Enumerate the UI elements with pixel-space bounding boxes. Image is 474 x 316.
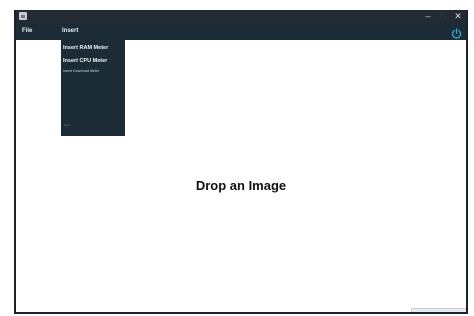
insert-download-meter-item[interactable]: Insert Download Meter	[63, 69, 99, 73]
insert-ram-meter-item[interactable]: Insert RAM Meter	[63, 45, 108, 51]
menu-insert[interactable]: Insert	[62, 23, 78, 40]
drop-zone-label: Drop an Image	[195, 178, 287, 193]
maximize-button[interactable]: □	[435, 10, 451, 23]
menu-bar: File Insert	[16, 23, 466, 40]
power-icon-graphic	[451, 28, 462, 39]
close-button[interactable]: ✕	[450, 10, 466, 23]
menu-file[interactable]: File	[22, 23, 32, 40]
insert-dropdown-menu: Insert RAM Meter Insert CPU Meter Insert…	[61, 40, 125, 136]
insert-cpu-meter-item[interactable]: Insert CPU Meter	[63, 58, 107, 64]
insert-menu-footer[interactable]: Insert	[64, 124, 74, 127]
title-bar[interactable]: – □ ✕	[16, 10, 466, 23]
app-window: – □ ✕ File Insert Insert RAM Meter Inser…	[14, 10, 468, 314]
bottom-tab	[411, 308, 466, 312]
power-icon[interactable]	[451, 26, 462, 39]
app-icon	[19, 12, 27, 20]
minimize-button[interactable]: –	[420, 10, 436, 23]
